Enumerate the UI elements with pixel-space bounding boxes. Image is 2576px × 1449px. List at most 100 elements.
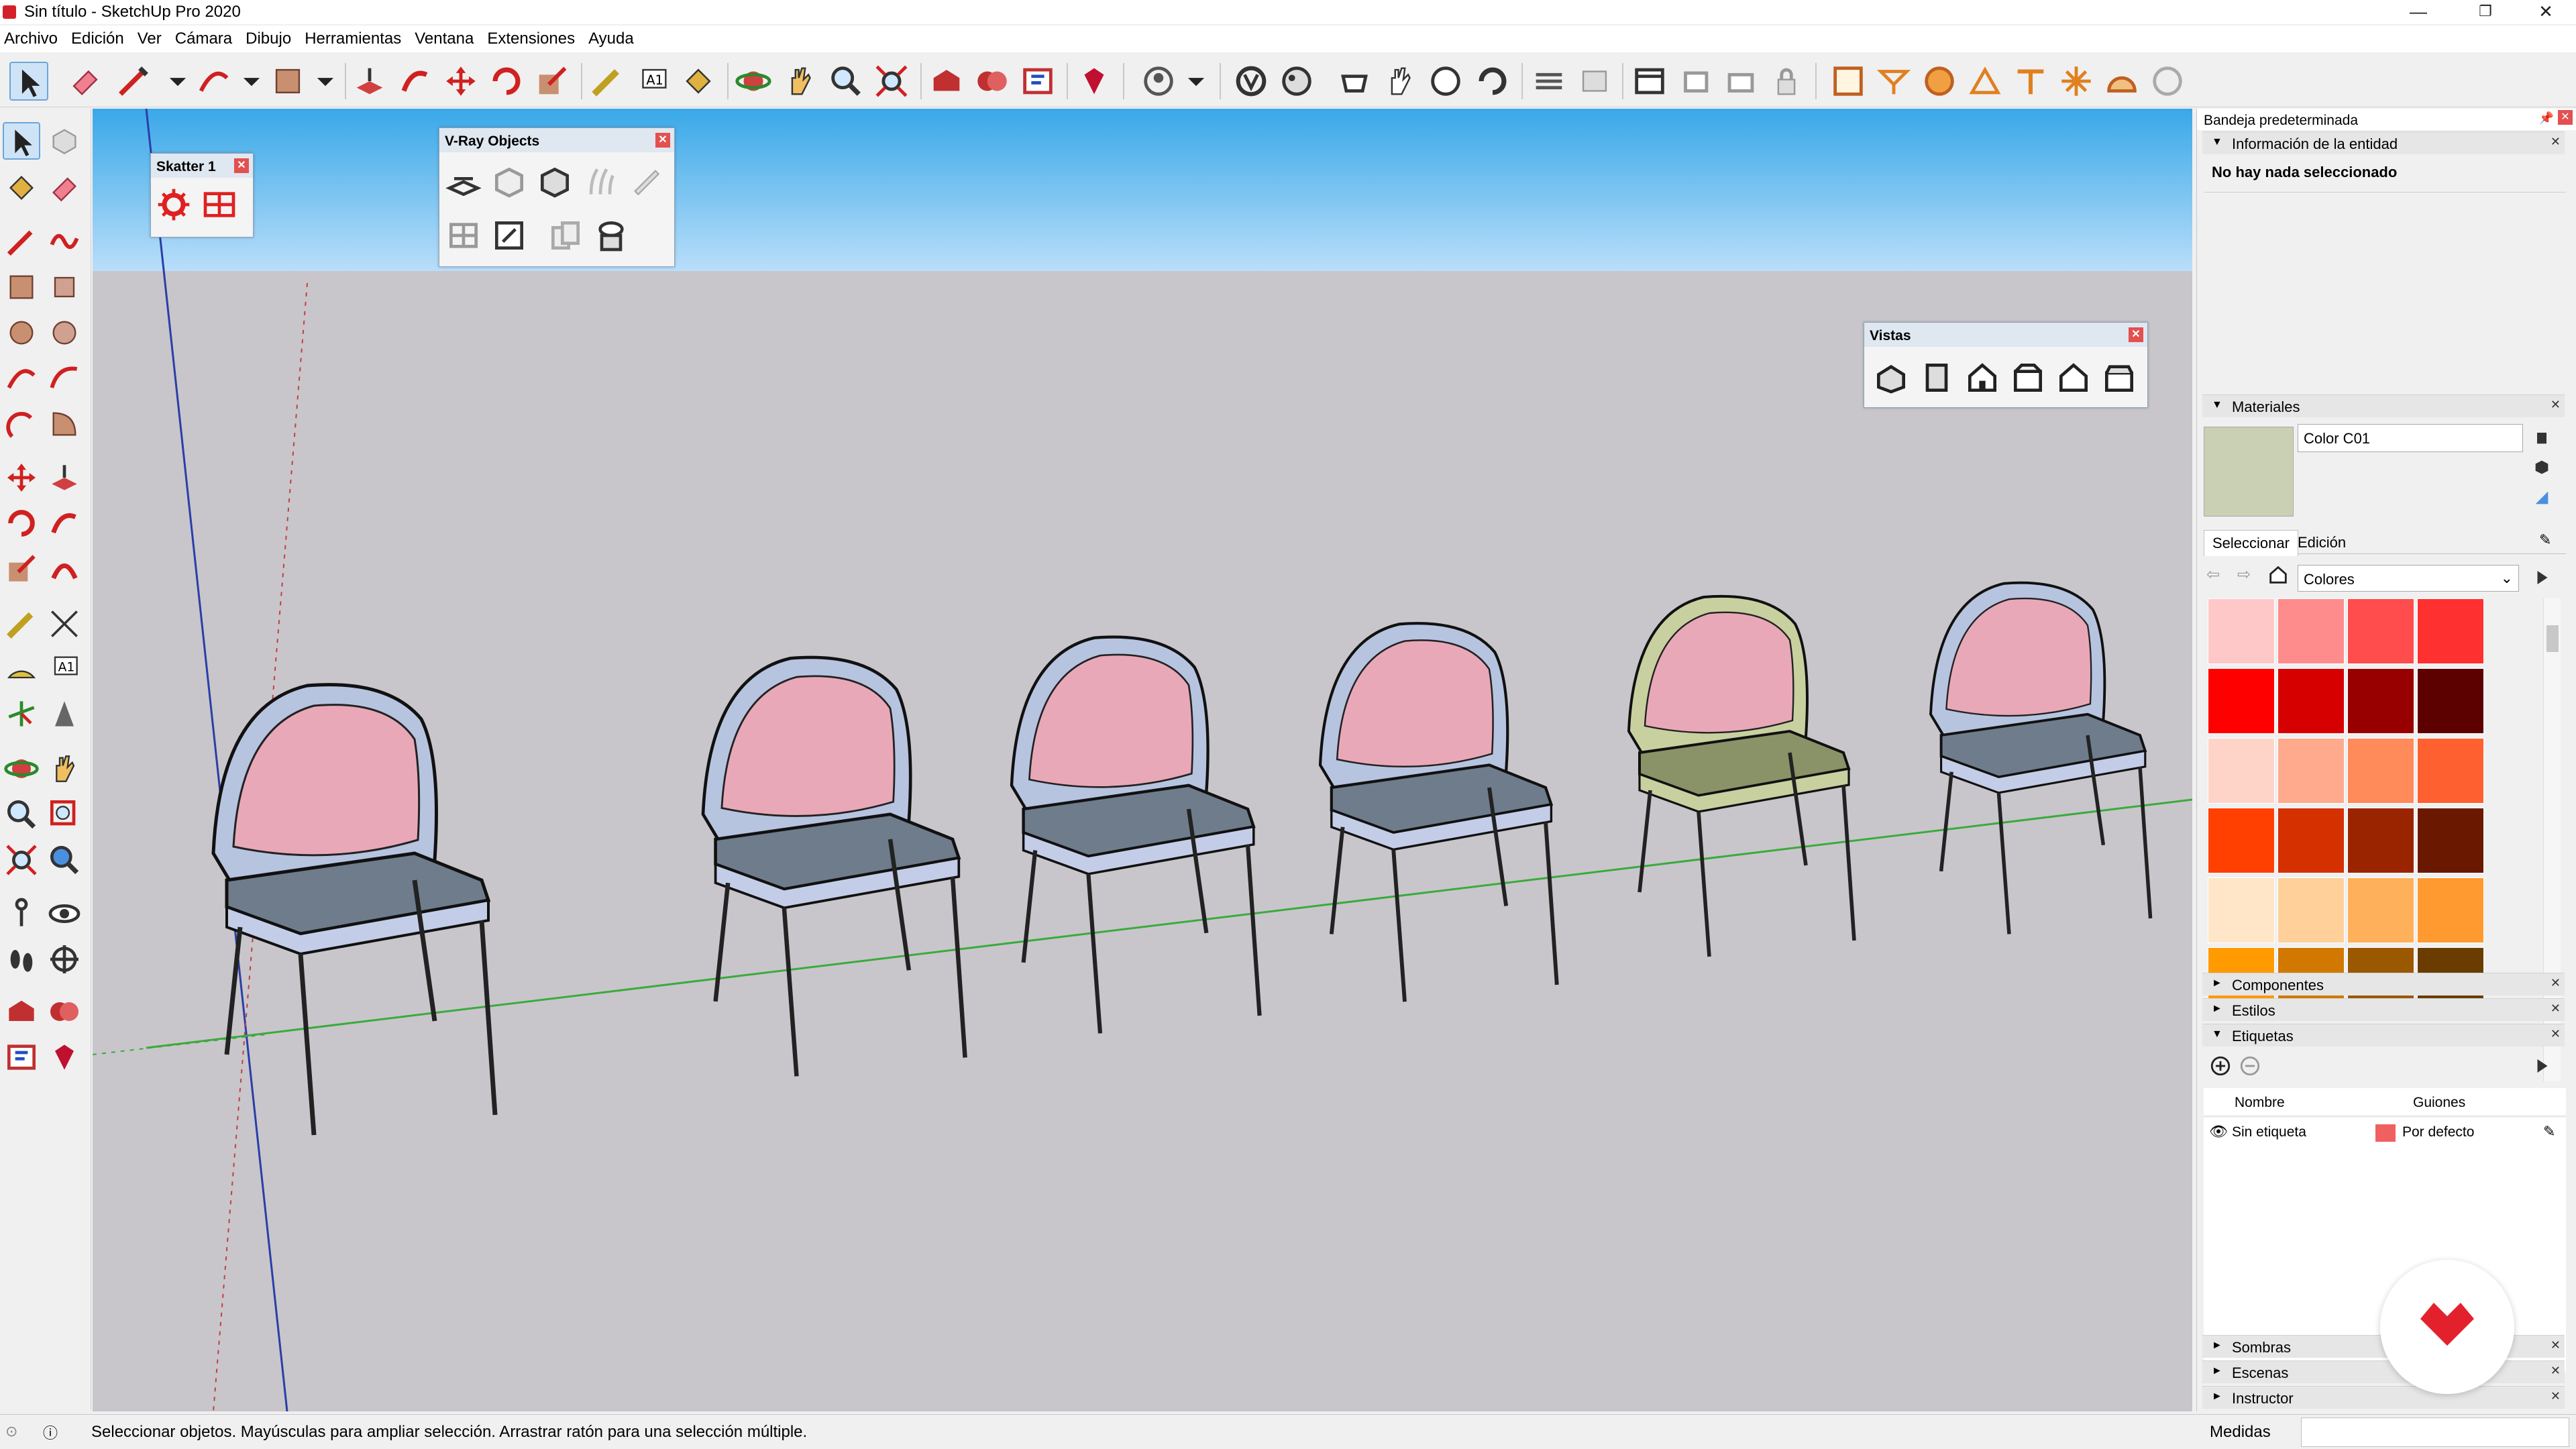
protractor-icon[interactable] (3, 649, 40, 687)
close-icon[interactable]: ✕ (2558, 110, 2573, 125)
sun-icon[interactable] (2057, 62, 2096, 101)
circle-icon[interactable] (3, 314, 40, 352)
menu-extensiones[interactable]: Extensiones (487, 30, 575, 48)
swatch[interactable] (2417, 668, 2484, 734)
two-point-arc-icon[interactable] (46, 360, 83, 397)
chevron-down-icon[interactable] (1177, 62, 1216, 101)
scale-icon[interactable] (533, 62, 572, 101)
select-icon[interactable] (9, 62, 48, 101)
chair-6[interactable] (1931, 583, 2151, 934)
swatch[interactable] (2417, 877, 2484, 943)
push-pull-icon[interactable] (46, 459, 83, 496)
section-display-icon[interactable] (1575, 62, 1614, 101)
freehand-icon[interactable] (46, 223, 83, 260)
vray-light-icon[interactable] (1335, 62, 1374, 101)
menu-archivo[interactable]: Archivo (4, 30, 58, 48)
tape-measure-icon[interactable] (588, 62, 627, 101)
arc-icon[interactable] (3, 360, 40, 397)
swatch[interactable] (2208, 738, 2275, 804)
swatch[interactable] (2347, 668, 2414, 734)
home-icon[interactable] (2267, 564, 2290, 586)
menu-herramientas[interactable]: Herramientas (305, 30, 401, 48)
3d-viewport[interactable]: Skatter 1 ✕ V-Ray Objects ✕ Vistas ✕ (93, 109, 2192, 1411)
vray-material-icon[interactable] (1277, 62, 1316, 101)
pan-icon[interactable] (781, 62, 820, 101)
move-icon[interactable] (441, 62, 480, 101)
window-stack-icon[interactable] (1676, 62, 1715, 101)
chair-3[interactable] (1012, 637, 1260, 1034)
forward-icon[interactable]: ⇨ (2237, 565, 2257, 585)
vray-instances-icon[interactable] (547, 217, 584, 254)
swatch[interactable] (2277, 598, 2345, 664)
sphere-icon[interactable] (2148, 62, 2187, 101)
previous-view-icon[interactable] (46, 841, 83, 879)
section-plane-icon[interactable] (46, 941, 83, 978)
vistas-left-icon[interactable] (2100, 359, 2138, 396)
profile-icon[interactable] (1139, 62, 1178, 101)
vistas-top-icon[interactable] (1918, 359, 1955, 396)
paint-bucket-icon[interactable] (679, 62, 718, 101)
chair-1[interactable] (213, 685, 495, 1135)
vray-plane-icon[interactable] (445, 163, 482, 201)
three-point-arc-icon[interactable] (3, 405, 40, 443)
vray-box-icon[interactable] (490, 163, 528, 201)
close-icon[interactable]: ✕ (2551, 1389, 2561, 1403)
ruby-icon[interactable] (46, 1038, 83, 1076)
close-button[interactable]: ✕ (2516, 0, 2576, 24)
zoom-extents-icon[interactable] (3, 841, 40, 879)
ruby-icon[interactable] (1075, 62, 1114, 101)
warehouse-icon[interactable] (3, 993, 40, 1030)
vray-dome-icon[interactable] (1426, 62, 1465, 101)
follow-me-icon[interactable] (46, 504, 83, 542)
details-arrow-icon[interactable] (2532, 568, 2553, 588)
rotated-rectangle-icon[interactable] (46, 268, 83, 306)
orbit-icon[interactable] (734, 62, 773, 101)
text-icon[interactable]: A1 (633, 62, 672, 101)
rotate-icon[interactable] (3, 504, 40, 542)
tape-measure-icon[interactable] (3, 605, 40, 643)
scatter-grid-icon[interactable] (201, 186, 238, 223)
rectangle-icon[interactable] (3, 268, 40, 306)
swatch[interactable] (2277, 808, 2345, 873)
section-plane-icon[interactable] (1529, 62, 1568, 101)
polygon-icon[interactable] (46, 314, 83, 352)
info-icon[interactable]: ⓘ (43, 1421, 58, 1443)
walk-icon[interactable] (3, 941, 40, 978)
componentes-header[interactable]: ► Componentes ✕ (2202, 973, 2565, 996)
dome-icon[interactable] (2102, 62, 2141, 101)
close-icon[interactable]: ✕ (2551, 398, 2561, 412)
materials-header[interactable]: ▼ Materiales ✕ (2202, 394, 2565, 417)
scale-icon[interactable] (3, 550, 40, 588)
entity-info-header[interactable]: ▼ Información de la entidad ✕ (2202, 131, 2565, 154)
chair-5-selected-material[interactable] (1627, 594, 1856, 957)
remove-tag-icon[interactable] (2239, 1055, 2261, 1077)
look-around-icon[interactable] (46, 895, 83, 932)
scatter-icon[interactable] (155, 186, 193, 223)
vray-export-icon[interactable] (490, 217, 528, 254)
default-material-icon[interactable] (2532, 458, 2551, 476)
menu-ayuda[interactable]: Ayuda (588, 30, 634, 48)
table-row[interactable]: 👁 Sin etiqueta Por defecto ✎ (2204, 1118, 2566, 1146)
close-icon[interactable]: ✕ (2551, 1338, 2561, 1352)
chevron-down-icon[interactable] (306, 62, 345, 101)
lock-icon[interactable] (1767, 62, 1806, 101)
eraser-icon[interactable] (66, 62, 105, 101)
rotate-icon[interactable] (487, 62, 526, 101)
vistas-front-icon[interactable] (1964, 359, 2001, 396)
chevron-down-icon[interactable] (232, 62, 271, 101)
swatch[interactable] (2417, 808, 2484, 873)
material-name-field[interactable]: Color C01 (2298, 424, 2523, 452)
eyedropper-icon[interactable]: ✎ (2539, 531, 2551, 549)
pan-icon[interactable] (46, 750, 83, 788)
library-select[interactable]: Colores ⌄ (2298, 565, 2519, 592)
measures-input[interactable] (2301, 1417, 2569, 1447)
close-icon[interactable]: ✕ (655, 133, 670, 148)
close-icon[interactable]: ✕ (2551, 976, 2561, 990)
move-icon[interactable] (3, 459, 40, 496)
3d-text-icon[interactable] (46, 695, 83, 733)
follow-me-icon[interactable] (396, 62, 435, 101)
window-icon[interactable] (1630, 62, 1669, 101)
swatch[interactable] (2347, 598, 2414, 664)
vray-proxy-icon[interactable] (536, 163, 574, 201)
back-icon[interactable]: ⇦ (2206, 565, 2226, 585)
